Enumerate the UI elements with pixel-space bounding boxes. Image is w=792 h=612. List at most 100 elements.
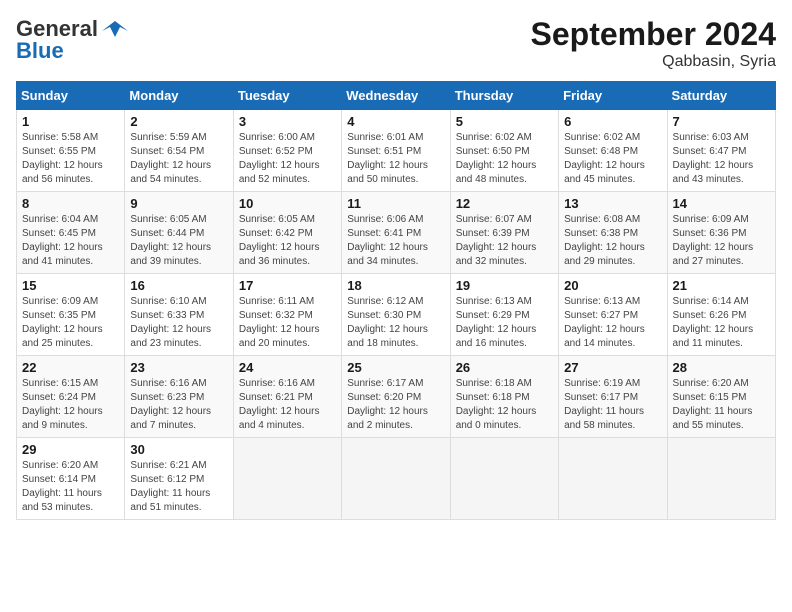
table-row: 9Sunrise: 6:05 AMSunset: 6:44 PMDaylight…	[125, 192, 233, 274]
day-info: Sunrise: 6:05 AMSunset: 6:42 PMDaylight:…	[239, 213, 336, 269]
day-info: Sunrise: 6:00 AMSunset: 6:52 PMDaylight:…	[239, 131, 336, 187]
day-info: Sunrise: 6:09 AMSunset: 6:36 PMDaylight:…	[673, 213, 770, 269]
calendar-week-row: 8 Sunrise: 6:04 AMSunset: 6:45 PMDaylight…	[17, 192, 776, 274]
day-number: 2	[130, 114, 227, 129]
day-info: Sunrise: 6:08 AMSunset: 6:38 PMDaylight:…	[564, 213, 661, 269]
day-number: 15	[22, 278, 119, 293]
day-number: 18	[347, 278, 444, 293]
day-number: 1	[22, 114, 119, 129]
table-row: 12 Sunrise: 6:07 AMSunset: 6:39 PMDayligh…	[450, 192, 558, 274]
day-number: 3	[239, 114, 336, 129]
table-row: 20 Sunrise: 6:13 AMSunset: 6:27 PMDayligh…	[559, 274, 667, 356]
calendar-header-row: Sunday Monday Tuesday Wednesday Thursday…	[17, 82, 776, 110]
day-info: Sunrise: 6:02 AMSunset: 6:48 PMDaylight:…	[564, 131, 661, 187]
day-info: Sunrise: 6:09 AMSunset: 6:35 PMDaylight:…	[22, 295, 119, 351]
table-row: 24 Sunrise: 6:16 AMSunset: 6:21 PMDayligh…	[233, 356, 341, 438]
day-number: 24	[239, 360, 336, 375]
table-row: 23Sunrise: 6:16 AMSunset: 6:23 PMDayligh…	[125, 356, 233, 438]
day-number: 19	[456, 278, 553, 293]
day-number: 25	[347, 360, 444, 375]
day-info: Sunrise: 6:20 AMSunset: 6:14 PMDaylight:…	[22, 459, 119, 515]
day-info: Sunrise: 6:21 AMSunset: 6:12 PMDaylight:…	[130, 459, 227, 515]
day-info: Sunrise: 5:58 AMSunset: 6:55 PMDaylight:…	[22, 131, 119, 187]
table-row: 22Sunrise: 6:15 AMSunset: 6:24 PMDayligh…	[17, 356, 125, 438]
table-row: 18 Sunrise: 6:12 AMSunset: 6:30 PMDayligh…	[342, 274, 450, 356]
day-number: 13	[564, 196, 661, 211]
day-info: Sunrise: 6:16 AMSunset: 6:21 PMDaylight:…	[239, 377, 336, 433]
logo-bird-icon	[100, 19, 130, 41]
day-number: 8	[22, 196, 119, 211]
day-info: Sunrise: 6:10 AMSunset: 6:33 PMDaylight:…	[130, 295, 227, 351]
table-row	[559, 438, 667, 520]
day-info: Sunrise: 6:20 AMSunset: 6:15 PMDaylight:…	[673, 377, 770, 433]
day-number: 9	[130, 196, 227, 211]
day-number: 11	[347, 196, 444, 211]
day-number: 20	[564, 278, 661, 293]
day-info: Sunrise: 6:07 AMSunset: 6:39 PMDaylight:…	[456, 213, 553, 269]
table-row: 4 Sunrise: 6:01 AMSunset: 6:51 PMDaylight…	[342, 110, 450, 192]
day-number: 30	[130, 442, 227, 457]
day-info: Sunrise: 6:04 AMSunset: 6:45 PMDaylight:…	[22, 213, 119, 269]
day-number: 27	[564, 360, 661, 375]
day-info: Sunrise: 6:18 AMSunset: 6:18 PMDaylight:…	[456, 377, 553, 433]
day-number: 5	[456, 114, 553, 129]
calendar-week-row: 15 Sunrise: 6:09 AMSunset: 6:35 PMDayligh…	[17, 274, 776, 356]
page-subtitle: Qabbasin, Syria	[531, 53, 776, 71]
day-number: 28	[673, 360, 770, 375]
table-row: 1 Sunrise: 5:58 AMSunset: 6:55 PMDaylight…	[17, 110, 125, 192]
table-row: 19 Sunrise: 6:13 AMSunset: 6:29 PMDayligh…	[450, 274, 558, 356]
table-row: 26 Sunrise: 6:18 AMSunset: 6:18 PMDayligh…	[450, 356, 558, 438]
table-row	[233, 438, 341, 520]
table-row: 29 Sunrise: 6:20 AMSunset: 6:14 PMDayligh…	[17, 438, 125, 520]
table-row	[342, 438, 450, 520]
col-tuesday: Tuesday	[233, 82, 341, 110]
table-row: 13 Sunrise: 6:08 AMSunset: 6:38 PMDayligh…	[559, 192, 667, 274]
day-info: Sunrise: 6:06 AMSunset: 6:41 PMDaylight:…	[347, 213, 444, 269]
table-row: 11 Sunrise: 6:06 AMSunset: 6:41 PMDayligh…	[342, 192, 450, 274]
logo-blue-text: Blue	[16, 38, 64, 64]
calendar-table: Sunday Monday Tuesday Wednesday Thursday…	[16, 81, 776, 520]
table-row: 16 Sunrise: 6:10 AMSunset: 6:33 PMDayligh…	[125, 274, 233, 356]
day-number: 4	[347, 114, 444, 129]
day-number: 12	[456, 196, 553, 211]
col-thursday: Thursday	[450, 82, 558, 110]
day-info: Sunrise: 6:03 AMSunset: 6:47 PMDaylight:…	[673, 131, 770, 187]
col-saturday: Saturday	[667, 82, 775, 110]
page-header: General Blue September 2024 Qabbasin, Sy…	[16, 16, 776, 71]
table-row: 8 Sunrise: 6:04 AMSunset: 6:45 PMDaylight…	[17, 192, 125, 274]
title-block: September 2024 Qabbasin, Syria	[531, 16, 776, 71]
table-row: 21Sunrise: 6:14 AMSunset: 6:26 PMDayligh…	[667, 274, 775, 356]
day-number: 10	[239, 196, 336, 211]
col-wednesday: Wednesday	[342, 82, 450, 110]
table-row: 15 Sunrise: 6:09 AMSunset: 6:35 PMDayligh…	[17, 274, 125, 356]
day-number: 7	[673, 114, 770, 129]
day-info: Sunrise: 6:11 AMSunset: 6:32 PMDaylight:…	[239, 295, 336, 351]
day-number: 16	[130, 278, 227, 293]
logo: General Blue	[16, 16, 130, 64]
day-info: Sunrise: 6:13 AMSunset: 6:27 PMDaylight:…	[564, 295, 661, 351]
table-row: 3 Sunrise: 6:00 AMSunset: 6:52 PMDaylight…	[233, 110, 341, 192]
day-info: Sunrise: 6:02 AMSunset: 6:50 PMDaylight:…	[456, 131, 553, 187]
day-info: Sunrise: 6:17 AMSunset: 6:20 PMDaylight:…	[347, 377, 444, 433]
table-row: 5 Sunrise: 6:02 AMSunset: 6:50 PMDaylight…	[450, 110, 558, 192]
day-number: 23	[130, 360, 227, 375]
day-number: 26	[456, 360, 553, 375]
day-number: 17	[239, 278, 336, 293]
calendar-week-row: 1 Sunrise: 5:58 AMSunset: 6:55 PMDaylight…	[17, 110, 776, 192]
day-number: 29	[22, 442, 119, 457]
day-number: 14	[673, 196, 770, 211]
col-monday: Monday	[125, 82, 233, 110]
table-row: 27Sunrise: 6:19 AMSunset: 6:17 PMDayligh…	[559, 356, 667, 438]
col-friday: Friday	[559, 82, 667, 110]
page-title: September 2024	[531, 16, 776, 53]
day-info: Sunrise: 6:13 AMSunset: 6:29 PMDaylight:…	[456, 295, 553, 351]
day-info: Sunrise: 6:14 AMSunset: 6:26 PMDaylight:…	[673, 295, 770, 351]
day-info: Sunrise: 6:12 AMSunset: 6:30 PMDaylight:…	[347, 295, 444, 351]
day-info: Sunrise: 6:01 AMSunset: 6:51 PMDaylight:…	[347, 131, 444, 187]
calendar-week-row: 22Sunrise: 6:15 AMSunset: 6:24 PMDayligh…	[17, 356, 776, 438]
day-number: 22	[22, 360, 119, 375]
table-row: 28 Sunrise: 6:20 AMSunset: 6:15 PMDayligh…	[667, 356, 775, 438]
table-row: 14 Sunrise: 6:09 AMSunset: 6:36 PMDayligh…	[667, 192, 775, 274]
table-row: 2Sunrise: 5:59 AMSunset: 6:54 PMDaylight…	[125, 110, 233, 192]
table-row: 7 Sunrise: 6:03 AMSunset: 6:47 PMDaylight…	[667, 110, 775, 192]
